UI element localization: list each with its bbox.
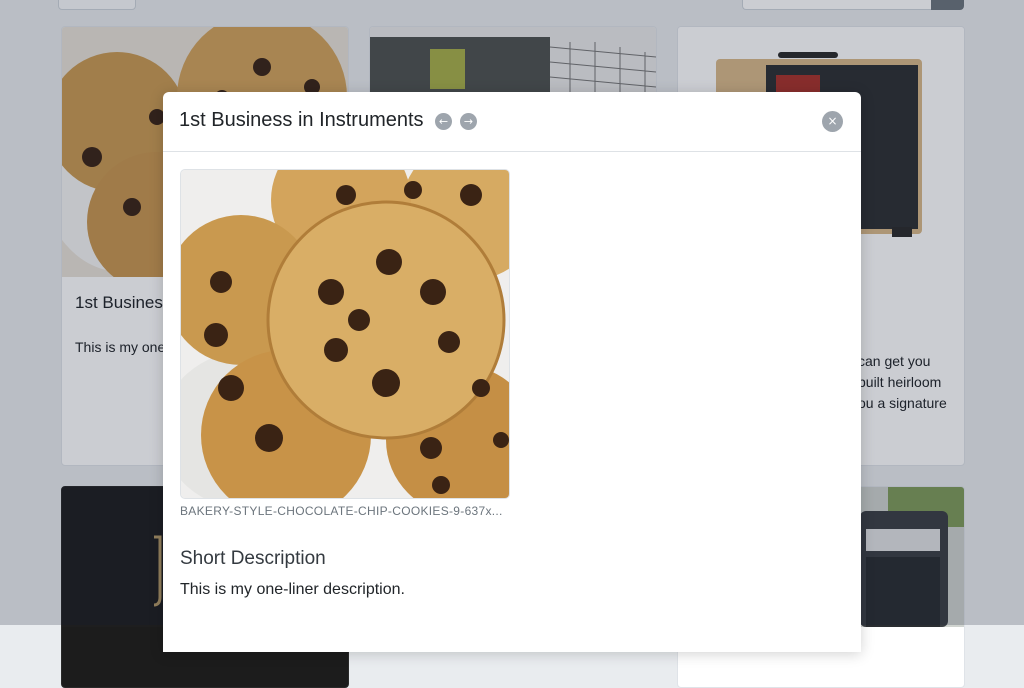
business-detail-modal: 1st Business in Instruments ← → × BAKERY… <box>163 92 861 652</box>
short-description: This is my one-liner description. <box>180 581 405 598</box>
cookie-image[interactable] <box>180 169 510 499</box>
close-icon[interactable]: × <box>822 111 843 132</box>
modal-header: 1st Business in Instruments ← → × <box>163 92 861 152</box>
image-caption: BAKERY-STYLE-CHOCOLATE-CHIP-COOKIES-9-63… <box>180 504 503 518</box>
section-heading: Short Description <box>180 548 326 569</box>
arrow-left-icon[interactable]: ← <box>435 113 452 130</box>
modal-navigation: ← → <box>435 113 477 130</box>
modal-title: 1st Business in Instruments <box>179 109 424 131</box>
arrow-right-icon[interactable]: → <box>460 113 477 130</box>
cookie-photo <box>181 170 509 498</box>
